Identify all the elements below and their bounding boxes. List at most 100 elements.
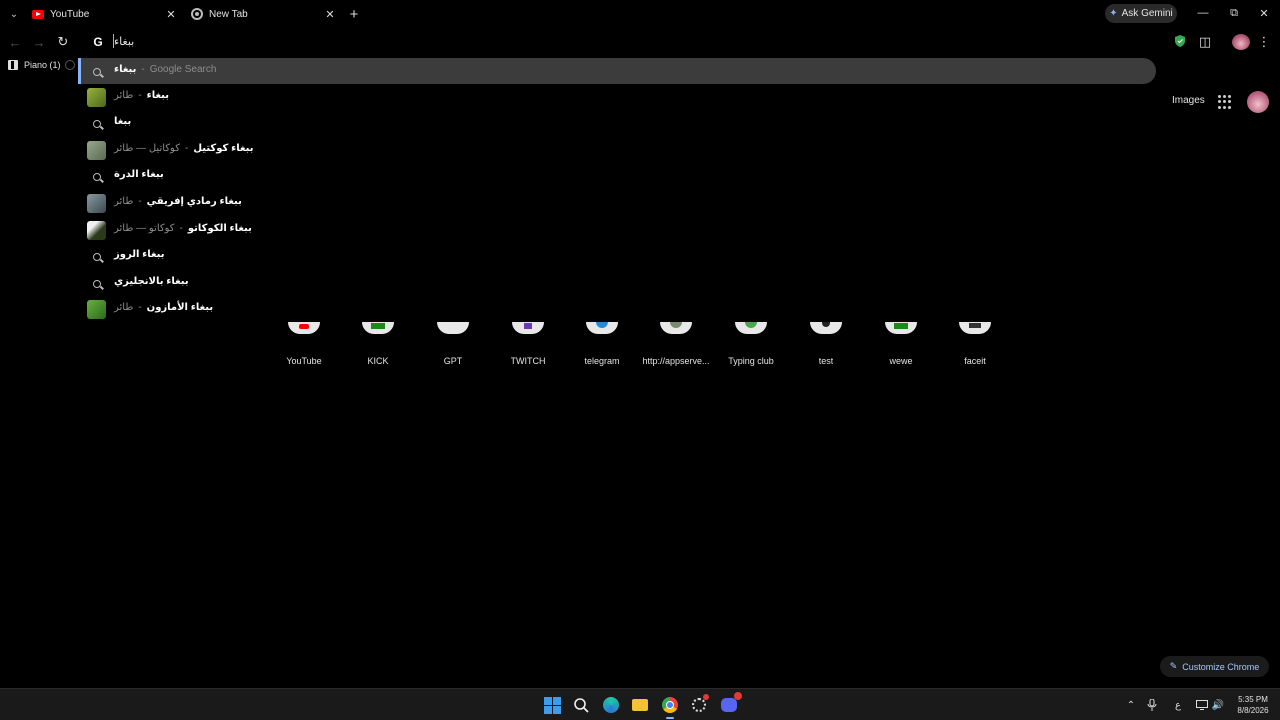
shortcut-tile[interactable]: telegram <box>565 322 639 368</box>
tab-new-tab[interactable]: New Tab ✕ <box>191 0 337 28</box>
pencil-icon: ✎ <box>1169 661 1178 671</box>
suggestion-query: ببغاء بالانجليزي <box>114 276 189 287</box>
shortcut-icon <box>660 322 692 334</box>
tab-title: YouTube <box>50 8 90 20</box>
suggestion-query: ببغاء <box>146 90 170 101</box>
suggestion-row[interactable]: ببغاء الروز <box>78 243 1156 269</box>
back-arrow-icon[interactable]: ← <box>6 33 24 51</box>
shortcut-tile[interactable]: Typing club <box>714 322 788 368</box>
windows-start-icon[interactable] <box>542 695 562 715</box>
shortcut-tile[interactable]: YouTube <box>267 322 341 368</box>
shortcut-tile[interactable]: http://appserve... <box>639 322 713 368</box>
input-language[interactable]: ع <box>1171 698 1185 712</box>
suggestion-row[interactable]: ببغاء بالانجليزي <box>78 270 1156 296</box>
suggestion-query: ببغاء الكوكاتو <box>187 223 252 234</box>
suggestion-row[interactable]: ببغاء - Google Search <box>78 58 1156 84</box>
volume-icon[interactable]: 🔊 <box>1211 698 1225 712</box>
suggestion-row[interactable]: ببغا <box>78 110 1156 136</box>
tab-title: New Tab <box>209 8 248 20</box>
bookmark-piano[interactable]: Piano (1) <box>8 60 61 70</box>
tab-search-button[interactable]: ⌄ <box>4 4 24 24</box>
account-avatar[interactable] <box>1247 91 1269 113</box>
shortcut-icon <box>959 322 991 334</box>
microphone-icon[interactable] <box>1145 698 1159 712</box>
suggestion-query: ببغا <box>114 116 132 127</box>
suggestion-separator: - <box>138 302 142 313</box>
menu-kebab-icon[interactable]: ⋮ <box>1257 34 1271 50</box>
active-app-indicator <box>666 717 674 719</box>
customize-chrome-button[interactable]: ✎ Customize Chrome <box>1160 656 1269 677</box>
shortcut-icon <box>586 322 618 334</box>
shortcut-tile[interactable]: KICK <box>341 322 415 368</box>
suggestion-row[interactable]: كوكاتو — طائر - ببغاء الكوكاتو <box>78 217 1156 243</box>
customize-chrome-label: Customize Chrome <box>1182 661 1260 672</box>
shortcut-tile[interactable]: TWITCH <box>491 322 565 368</box>
reload-icon[interactable]: ↻ <box>54 33 72 51</box>
edge-icon[interactable] <box>601 695 621 715</box>
suggestion-separator: - <box>184 143 189 154</box>
close-icon[interactable]: ✕ <box>323 7 337 21</box>
shortcut-label: test <box>818 356 834 366</box>
images-link[interactable]: Images <box>1172 95 1205 106</box>
suggestion-query: ببغاء كوكتيل <box>193 143 254 154</box>
shortcut-label: YouTube <box>286 356 322 366</box>
bookmark-label: Piano (1) <box>24 60 61 70</box>
shortcut-icon <box>288 322 320 334</box>
suggestion-row[interactable]: طائر - ببغاء <box>78 84 1156 110</box>
profile-avatar[interactable] <box>1232 34 1250 50</box>
shortcut-icon <box>735 322 767 334</box>
search-icon[interactable] <box>571 695 591 715</box>
suggestion-separator: - <box>138 90 142 101</box>
close-window-button[interactable]: ✕ <box>1250 4 1278 22</box>
ask-gemini-button[interactable]: ✦ Ask Gemini <box>1105 4 1177 23</box>
close-icon[interactable]: ✕ <box>164 7 178 21</box>
shortcut-label: http://appserve... <box>642 356 710 366</box>
network-icon[interactable] <box>1195 698 1209 712</box>
shortcut-icon <box>437 322 469 334</box>
suggestion-query: ببغاء الدرة <box>114 169 164 180</box>
youtube-icon <box>32 9 44 19</box>
suggestion-query: ببغاء رمادي إفريقي <box>146 196 242 207</box>
google-apps-icon[interactable] <box>1218 95 1232 109</box>
suggestion-row[interactable]: طائر - ببغاء الأمازون <box>78 296 1156 322</box>
toolbar: ← → ↻ G ببغاء ◫ ⋮ <box>0 28 1280 56</box>
suggestion-row[interactable]: طائر - ببغاء رمادي إفريقي <box>78 190 1156 216</box>
suggestion-separator: - <box>141 64 145 75</box>
tray-chevron-icon[interactable]: ⌃ <box>1124 698 1138 712</box>
tab-youtube[interactable]: YouTube ✕ <box>32 0 178 28</box>
shortcut-icon <box>885 322 917 334</box>
suggestion-query: ببغاء الأمازون <box>146 302 214 313</box>
suggestion-row[interactable]: كوكاتيل — طائر - ببغاء كوكتيل <box>78 137 1156 163</box>
restore-button[interactable]: ⧉ <box>1220 4 1248 22</box>
suggestion-thumbnail <box>87 221 106 240</box>
suggestion-query: ببغاء <box>114 64 137 75</box>
shortcut-icon <box>810 322 842 334</box>
suggestion-thumbnail <box>87 88 106 107</box>
shortcut-tile[interactable]: test <box>789 322 863 368</box>
omnibox-input[interactable]: ببغاء <box>114 35 134 48</box>
shortcut-tile[interactable]: wewe <box>864 322 938 368</box>
file-explorer-icon[interactable] <box>630 695 650 715</box>
suggestion-separator: - <box>179 223 183 234</box>
system-clock[interactable]: 5:35 PM 8/8/2026 <box>1230 694 1276 716</box>
shield-extension-icon[interactable] <box>1173 34 1187 48</box>
new-tab-button[interactable]: + <box>345 5 363 23</box>
discord-icon[interactable] <box>719 692 742 715</box>
suggestion-separator: - <box>138 196 142 207</box>
forward-arrow-icon[interactable]: → <box>30 33 48 51</box>
search-icon <box>87 247 106 266</box>
minimize-button[interactable]: — <box>1189 4 1217 22</box>
shortcut-tile[interactable]: GPT <box>416 322 490 368</box>
suggestion-thumbnail <box>87 300 106 319</box>
google-g-icon: G <box>93 35 103 49</box>
suggestion-row[interactable]: ببغاء الدرة <box>78 163 1156 189</box>
shortcut-label: KICK <box>367 356 389 366</box>
shortcut-tile[interactable]: faceit <box>938 322 1012 368</box>
bookmark-more-icon[interactable] <box>65 60 75 70</box>
chrome-icon[interactable] <box>660 695 680 715</box>
extensions-puzzle-icon[interactable]: ◫ <box>1197 34 1213 50</box>
taskbar: ⌃ ع 🔊 5:35 PM 8/8/2026 <box>0 688 1280 720</box>
suggestion-detail: Google Search <box>149 64 217 75</box>
suggestion-detail: كوكاتو — طائر <box>114 223 175 234</box>
app-gear-icon[interactable] <box>689 694 709 715</box>
